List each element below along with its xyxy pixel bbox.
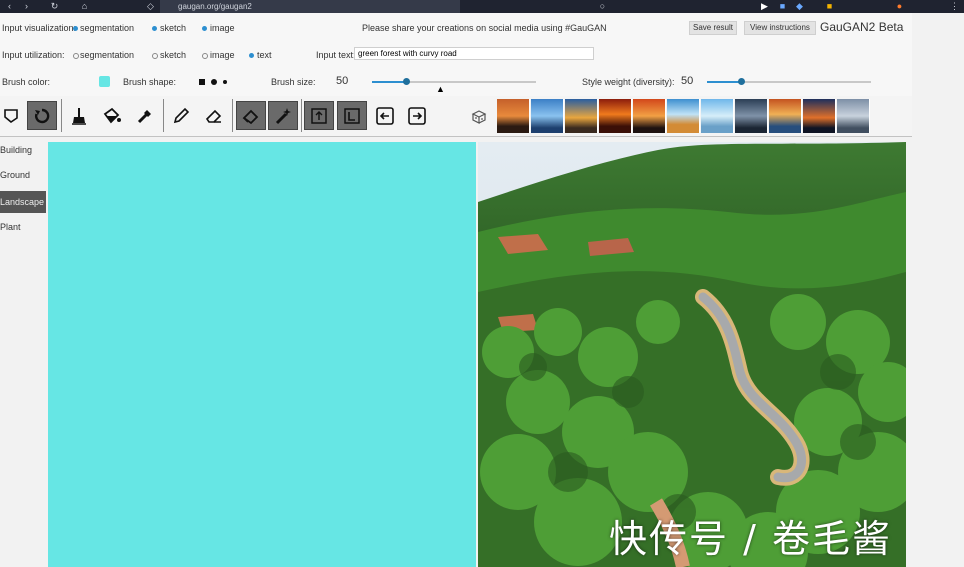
brush-icon[interactable] bbox=[64, 101, 94, 130]
lasso-icon[interactable] bbox=[0, 101, 24, 130]
brush-color-swatch[interactable] bbox=[99, 76, 110, 87]
style-thumbnail-5[interactable] bbox=[633, 99, 666, 133]
brush-row: Brush color: Brush shape: Brush size: 50… bbox=[0, 68, 912, 97]
browser-top-bar: ‹ › ↻ ⌂ ◇ gaugan.org/gaugan2 ○ ▶ ■ ◆ ■ ●… bbox=[0, 0, 964, 13]
sketch-option-label[interactable]: sketch bbox=[160, 23, 186, 33]
style-weight-fill bbox=[707, 81, 742, 83]
eraser-icon[interactable] bbox=[236, 101, 266, 130]
style-thumbnail-3[interactable] bbox=[565, 99, 598, 133]
extension-icon[interactable]: ▶ bbox=[760, 2, 769, 11]
brush-size-value: 50 bbox=[336, 75, 349, 87]
app-title: GauGAN2 Beta bbox=[820, 20, 904, 34]
rotate-icon[interactable] bbox=[27, 101, 57, 130]
toolbar-divider bbox=[301, 99, 302, 132]
image-checkbox[interactable] bbox=[202, 53, 208, 59]
magic-wand-icon[interactable] bbox=[268, 101, 298, 130]
style-weight-rest bbox=[741, 81, 871, 83]
share-text: Please share your creations on social me… bbox=[362, 23, 607, 33]
style-thumbnail-11[interactable] bbox=[837, 99, 870, 133]
style-thumbnail-8[interactable] bbox=[735, 99, 768, 133]
eyedropper-icon[interactable] bbox=[130, 101, 160, 130]
style-weight-slider[interactable] bbox=[707, 78, 871, 85]
utilization-row: Input utilization: segmentation sketch i… bbox=[0, 42, 912, 69]
segmentation-checkbox[interactable] bbox=[73, 53, 79, 59]
style-thumbnail-7[interactable] bbox=[701, 99, 734, 133]
brush-size-slider[interactable] bbox=[372, 78, 536, 85]
browser-address[interactable]: gaugan.org/gaugan2 bbox=[160, 0, 460, 13]
brush-size-knob[interactable] bbox=[403, 78, 411, 85]
round-brush-shape[interactable] bbox=[211, 79, 217, 85]
download-icon[interactable] bbox=[337, 101, 367, 130]
menu-icon[interactable]: ⋮ bbox=[950, 2, 959, 11]
brush-size-fill bbox=[372, 81, 407, 83]
sidebar-item-plant[interactable]: Plant bbox=[0, 216, 46, 238]
text-checkbox[interactable] bbox=[249, 53, 254, 58]
brush-size-label: Brush size: bbox=[271, 77, 316, 87]
input-visualization-label: Input visualization: bbox=[2, 23, 77, 33]
save-result-button[interactable]: Save result bbox=[689, 21, 737, 35]
toolbar-divider bbox=[61, 99, 62, 132]
segmentation-option-label[interactable]: segmentation bbox=[80, 23, 134, 33]
reload-icon[interactable]: ↻ bbox=[50, 2, 59, 11]
toolbar-divider bbox=[232, 99, 233, 132]
extension-icon-3[interactable]: ◆ bbox=[795, 2, 804, 11]
extension-icon-2[interactable]: ■ bbox=[778, 2, 787, 11]
segmentation-util-label[interactable]: segmentation bbox=[80, 50, 134, 60]
view-instructions-button[interactable]: View instructions bbox=[744, 21, 816, 35]
lock-icon: ○ bbox=[599, 1, 606, 11]
style-weight-label: Style weight (diversity): bbox=[582, 77, 675, 87]
output-image: 快传号 / 卷毛酱 bbox=[478, 142, 906, 567]
dice-icon[interactable] bbox=[465, 101, 493, 130]
style-thumbnail-1[interactable] bbox=[497, 99, 530, 133]
brush-shape-label: Brush shape: bbox=[123, 77, 177, 87]
image-radio[interactable] bbox=[202, 26, 207, 31]
brush-color-label: Brush color: bbox=[2, 77, 51, 87]
input-utilization-label: Input utilization: bbox=[2, 50, 65, 60]
style-weight-value: 50 bbox=[681, 75, 694, 87]
square-brush-shape[interactable] bbox=[199, 79, 205, 85]
style-weight-knob[interactable] bbox=[738, 78, 746, 85]
home-icon[interactable]: ⌂ bbox=[80, 2, 89, 11]
image-util-label[interactable]: image bbox=[210, 50, 235, 60]
arrow-left-icon[interactable] bbox=[370, 101, 400, 130]
style-thumbnail-10[interactable] bbox=[803, 99, 836, 133]
generated-landscape-image bbox=[478, 142, 906, 567]
image-option-label[interactable]: image bbox=[210, 23, 235, 33]
style-thumbnail-4[interactable] bbox=[599, 99, 632, 133]
sketch-util-label[interactable]: sketch bbox=[160, 50, 186, 60]
brush-size-rest bbox=[406, 81, 536, 83]
pencil-icon[interactable] bbox=[166, 101, 196, 130]
toolbar-divider bbox=[163, 99, 164, 132]
forward-icon[interactable]: › bbox=[22, 2, 31, 11]
watermark-text: 快传号 / 卷毛酱 bbox=[609, 517, 892, 561]
input-text-label: Input text: bbox=[316, 50, 356, 60]
style-thumbnail-6[interactable] bbox=[667, 99, 700, 133]
sidebar-item-landscape[interactable]: Landscape bbox=[0, 191, 46, 213]
sketch-checkbox[interactable] bbox=[152, 53, 158, 59]
small-brush-shape[interactable] bbox=[223, 80, 227, 84]
back-icon[interactable]: ‹ bbox=[5, 2, 14, 11]
extension-icon-4[interactable]: ■ bbox=[825, 2, 834, 11]
sidebar-item-ground[interactable]: Ground bbox=[0, 164, 46, 186]
shield-icon[interactable]: ◇ bbox=[146, 2, 155, 11]
segmentation-canvas[interactable] bbox=[48, 142, 476, 567]
visualization-row: Input visualization: segmentation sketch… bbox=[0, 13, 912, 43]
paint-bucket-icon[interactable] bbox=[97, 101, 127, 130]
input-text-field[interactable] bbox=[354, 47, 594, 60]
eraser-icon[interactable] bbox=[199, 101, 229, 130]
text-util-label[interactable]: text bbox=[257, 50, 272, 60]
sidebar-item-building[interactable]: Building bbox=[0, 139, 46, 161]
style-thumbnail-2[interactable] bbox=[531, 99, 564, 133]
mouse-cursor-icon: ▲ bbox=[436, 84, 445, 94]
upload-icon[interactable] bbox=[304, 101, 334, 130]
extension-icon-5[interactable]: ● bbox=[895, 2, 904, 11]
sketch-radio[interactable] bbox=[152, 26, 157, 31]
segmentation-radio[interactable] bbox=[73, 26, 78, 31]
style-thumbnail-9[interactable] bbox=[769, 99, 802, 133]
arrow-right-icon[interactable] bbox=[402, 101, 432, 130]
